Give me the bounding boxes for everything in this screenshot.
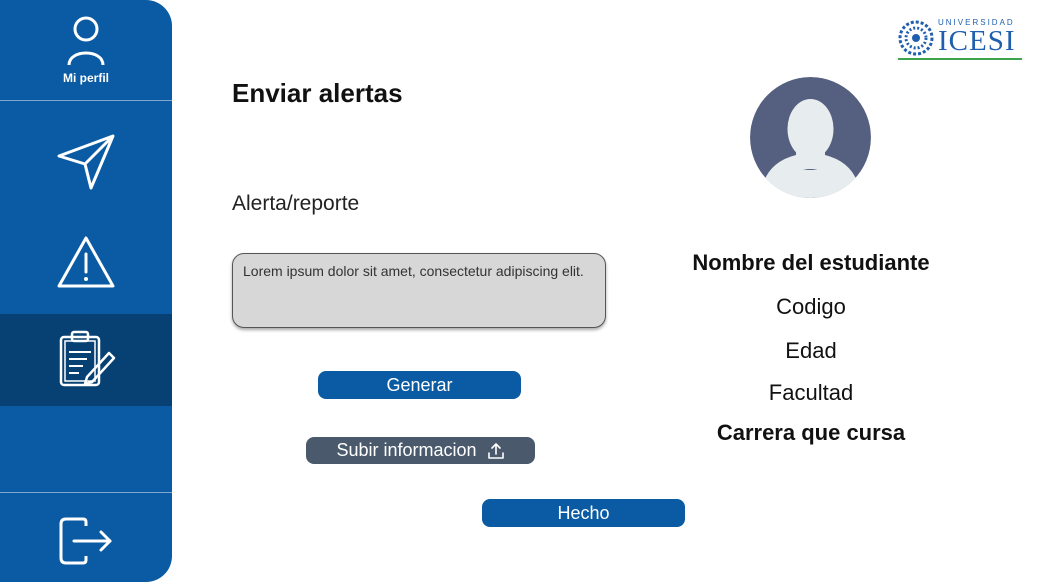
- done-button-label: Hecho: [557, 502, 610, 523]
- upload-button-label: Subir informacion: [336, 440, 477, 460]
- logo-emblem-icon: [898, 20, 934, 56]
- sidebar-item-profile[interactable]: Mi perfil: [0, 0, 172, 100]
- upload-icon: [487, 442, 504, 459]
- clipboard-edit-icon: [59, 330, 116, 387]
- upload-button[interactable]: Subir informacion: [306, 437, 535, 464]
- alert-text-field[interactable]: Lorem ipsum dolor sit amet, consectetur …: [232, 253, 606, 328]
- generate-button[interactable]: Generar: [318, 371, 521, 399]
- send-icon: [57, 134, 115, 190]
- student-age: Edad: [785, 338, 837, 363]
- sidebar-item-logout[interactable]: [0, 500, 172, 582]
- done-button[interactable]: Hecho: [482, 499, 685, 527]
- profile-label: Mi perfil: [62, 71, 109, 85]
- student-code: Codigo: [776, 294, 846, 319]
- logo-underline: [898, 58, 1022, 60]
- user-avatar-icon: [750, 77, 871, 198]
- alert-section-label: Alerta/reporte: [232, 192, 360, 215]
- sidebar-item-alerts[interactable]: [0, 222, 172, 302]
- user-icon: [67, 16, 105, 66]
- sidebar-item-reports[interactable]: [0, 314, 172, 406]
- logout-icon: [59, 517, 112, 565]
- logo-name: ICESI: [938, 25, 1016, 57]
- student-career: Carrera que cursa: [716, 420, 906, 445]
- university-logo: UNIVERSIDAD ICESI: [898, 18, 1022, 60]
- page-title: Enviar alertas: [232, 78, 403, 108]
- student-faculty: Facultad: [768, 380, 854, 405]
- sidebar: Mi perfil: [0, 0, 172, 582]
- sidebar-item-send-alerts[interactable]: [0, 116, 172, 206]
- avatar: [750, 77, 871, 198]
- student-name: Nombre del estudiante: [692, 250, 930, 275]
- warning-icon: [57, 236, 115, 288]
- generate-button-label: Generar: [386, 374, 453, 395]
